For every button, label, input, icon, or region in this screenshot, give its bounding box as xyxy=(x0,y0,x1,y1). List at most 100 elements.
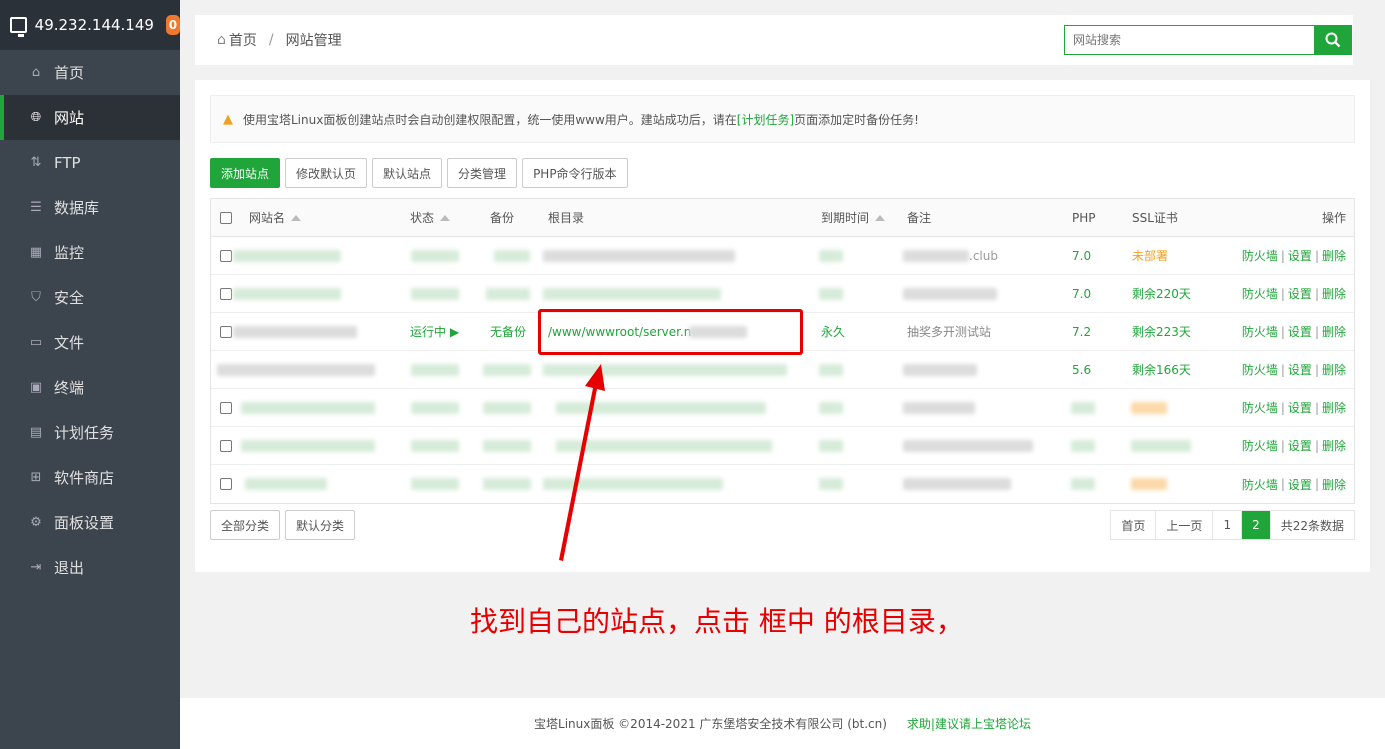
site-expire[interactable]: 永久 xyxy=(821,313,845,350)
sidebar-item-label: FTP xyxy=(54,153,81,172)
php-version[interactable]: 5.6 xyxy=(1072,351,1091,388)
settings-link[interactable]: 设置 xyxy=(1288,399,1312,416)
redacted-site-name xyxy=(245,478,327,490)
row-checkbox[interactable] xyxy=(220,439,232,452)
table-row: .club 7.0 未部署 防火墙 | 设置 | 删除 xyxy=(211,237,1354,275)
settings-link[interactable]: 设置 xyxy=(1288,323,1312,340)
row-actions: 防火墙 | 设置 | 删除 xyxy=(1241,247,1346,264)
search-button[interactable] xyxy=(1314,25,1352,55)
pager-first[interactable]: 首页 xyxy=(1111,511,1157,539)
sidebar-item-cron[interactable]: ▤ 计划任务 xyxy=(0,410,180,455)
settings-link[interactable]: 设置 xyxy=(1288,361,1312,378)
site-backup[interactable]: 无备份 xyxy=(490,313,526,350)
sidebar-item-website[interactable]: 🌐︎ 网站 xyxy=(0,95,180,140)
php-version[interactable]: 7.0 xyxy=(1072,275,1091,312)
redacted-root xyxy=(543,288,721,300)
redacted-php xyxy=(1071,440,1095,452)
php-cli-button[interactable]: PHP命令行版本 xyxy=(522,158,628,188)
default-category-button[interactable]: 默认分类 xyxy=(285,510,356,540)
sidebar-item-files[interactable]: ▭ 文件 xyxy=(0,320,180,365)
notice-cron-link[interactable]: [计划任务] xyxy=(737,111,794,128)
redacted-status xyxy=(411,288,459,300)
sidebar-item-logout[interactable]: ⇥ 退出 xyxy=(0,545,180,590)
col-ops: 操作 xyxy=(1321,211,1346,225)
breadcrumb-home[interactable]: 首页 xyxy=(229,30,257,50)
firewall-link[interactable]: 防火墙 xyxy=(1242,361,1278,378)
database-icon: ☰ xyxy=(30,200,42,215)
delete-link[interactable]: 删除 xyxy=(1322,399,1346,416)
select-all-checkbox[interactable] xyxy=(220,211,232,224)
add-site-button[interactable]: 添加站点 xyxy=(210,158,281,188)
sidebar-item-store[interactable]: ⊞ 软件商店 xyxy=(0,455,180,500)
redacted-site-name xyxy=(233,288,341,300)
delete-link[interactable]: 删除 xyxy=(1322,437,1346,454)
firewall-link[interactable]: 防火墙 xyxy=(1242,399,1278,416)
shield-icon: ⛉ xyxy=(31,290,41,305)
firewall-link[interactable]: 防火墙 xyxy=(1242,323,1278,340)
edit-default-page-button[interactable]: 修改默认页 xyxy=(285,158,368,188)
sidebar-item-label: 面板设置 xyxy=(54,514,115,532)
sidebar-item-database[interactable]: ☰ 数据库 xyxy=(0,185,180,230)
delete-link[interactable]: 删除 xyxy=(1322,247,1346,264)
delete-link[interactable]: 删除 xyxy=(1322,361,1346,378)
row-actions: 防火墙 | 设置 | 删除 xyxy=(1241,476,1346,493)
settings-link[interactable]: 设置 xyxy=(1288,476,1312,493)
breadcrumb-current: 网站管理 xyxy=(285,33,342,49)
category-manage-button[interactable]: 分类管理 xyxy=(447,158,518,188)
redacted-remark xyxy=(903,402,975,414)
php-version[interactable]: 7.0 xyxy=(1072,237,1091,274)
footer-copyright: 宝塔Linux面板 ©2014-2021 广东堡塔安全技术有限公司 (bt.cn… xyxy=(534,717,887,731)
row-checkbox[interactable] xyxy=(220,401,232,414)
firewall-link[interactable]: 防火墙 xyxy=(1242,437,1278,454)
sidebar-item-security[interactable]: ⛉ 安全 xyxy=(0,275,180,320)
settings-link[interactable]: 设置 xyxy=(1288,247,1312,264)
site-remark[interactable]: 抽奖多开测试站 xyxy=(907,313,991,350)
default-site-button[interactable]: 默认站点 xyxy=(372,158,443,188)
site-status[interactable]: 运行中 ▶ xyxy=(410,313,459,350)
sidebar-item-ftp[interactable]: ⇅ FTP xyxy=(0,140,180,185)
firewall-link[interactable]: 防火墙 xyxy=(1242,476,1278,493)
ssl-status[interactable]: 剩余166天 xyxy=(1132,351,1191,388)
ssl-status[interactable]: 未部署 xyxy=(1132,237,1168,274)
settings-link[interactable]: 设置 xyxy=(1288,437,1312,454)
all-categories-button[interactable]: 全部分类 xyxy=(210,510,281,540)
row-actions: 防火墙 | 设置 | 删除 xyxy=(1241,361,1346,378)
col-status[interactable]: 状态 xyxy=(410,199,451,236)
redacted-expire xyxy=(819,402,843,414)
ssl-status[interactable]: 剩余223天 xyxy=(1132,313,1191,350)
sidebar-item-terminal[interactable]: ▣ 终端 xyxy=(0,365,180,410)
notice-bar: ▲ 使用宝塔Linux面板创建站点时会自动创建权限配置，统一使用www用户。建站… xyxy=(210,95,1355,143)
php-version[interactable]: 7.2 xyxy=(1072,313,1091,350)
pager-page-2[interactable]: 2 xyxy=(1242,511,1271,539)
sidebar-item-home[interactable]: ⌂ 首页 xyxy=(0,50,180,95)
footer-forum-link[interactable]: 求助|建议请上宝塔论坛 xyxy=(907,715,1031,732)
col-name[interactable]: 网站名 xyxy=(249,199,302,236)
pager-page-1[interactable]: 1 xyxy=(1213,511,1243,539)
redacted-backup xyxy=(494,250,530,262)
delete-link[interactable]: 删除 xyxy=(1322,476,1346,493)
redacted-expire xyxy=(819,440,843,452)
ssl-status[interactable]: 剩余220天 xyxy=(1132,275,1191,312)
row-checkbox[interactable] xyxy=(220,478,232,490)
search-input[interactable] xyxy=(1064,25,1314,55)
redacted-ssl xyxy=(1131,440,1191,452)
warning-icon: ▲ xyxy=(223,111,233,127)
redacted-status xyxy=(411,440,459,452)
row-checkbox[interactable] xyxy=(220,249,232,262)
pager-prev[interactable]: 上一页 xyxy=(1156,511,1214,539)
row-checkbox[interactable] xyxy=(220,287,232,300)
firewall-link[interactable]: 防火墙 xyxy=(1242,285,1278,302)
terminal-icon: ▣ xyxy=(29,380,43,395)
col-root: 根目录 xyxy=(548,211,585,225)
monitor-icon xyxy=(10,17,27,37)
sidebar-item-settings[interactable]: ⚙ 面板设置 xyxy=(0,500,180,545)
delete-link[interactable]: 删除 xyxy=(1322,323,1346,340)
settings-link[interactable]: 设置 xyxy=(1288,285,1312,302)
delete-link[interactable]: 删除 xyxy=(1322,285,1346,302)
row-checkbox[interactable] xyxy=(220,325,232,338)
sidebar-item-monitor[interactable]: ▦ 监控 xyxy=(0,230,180,275)
redacted-site-name xyxy=(241,402,375,414)
notification-badge[interactable]: 0 xyxy=(165,15,180,35)
col-expire[interactable]: 到期时间 xyxy=(821,199,886,236)
firewall-link[interactable]: 防火墙 xyxy=(1242,247,1278,264)
